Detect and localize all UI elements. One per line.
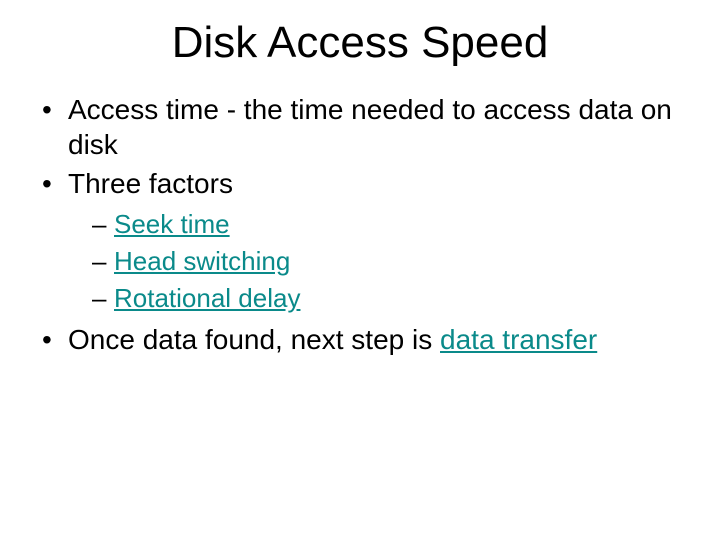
sub-bullet-rotational-delay-text: Rotational delay (114, 283, 300, 313)
sub-bullet-seek-time: Seek time (92, 207, 690, 242)
slide-title: Disk Access Speed (30, 18, 690, 68)
sub-bullet-head-switching-text: Head switching (114, 246, 290, 276)
bullet-data-transfer: Once data found, next step is data trans… (40, 322, 690, 357)
sub-bullet-seek-time-text: Seek time (114, 209, 230, 239)
bullet-access-time: Access time - the time needed to access … (40, 92, 690, 162)
sub-bullet-list: Seek time Head switching Rotational dela… (92, 207, 690, 316)
bullet-data-transfer-pre: Once data found, next step is (68, 324, 440, 355)
bullet-data-transfer-link: data transfer (440, 324, 597, 355)
sub-bullet-head-switching: Head switching (92, 244, 690, 279)
sub-bullet-rotational-delay: Rotational delay (92, 281, 690, 316)
bullet-three-factors: Three factors Seek time Head switching R… (40, 166, 690, 316)
bullet-three-factors-text: Three factors (68, 168, 233, 199)
bullet-list: Access time - the time needed to access … (40, 92, 690, 357)
slide: Disk Access Speed Access time - the time… (0, 0, 720, 540)
